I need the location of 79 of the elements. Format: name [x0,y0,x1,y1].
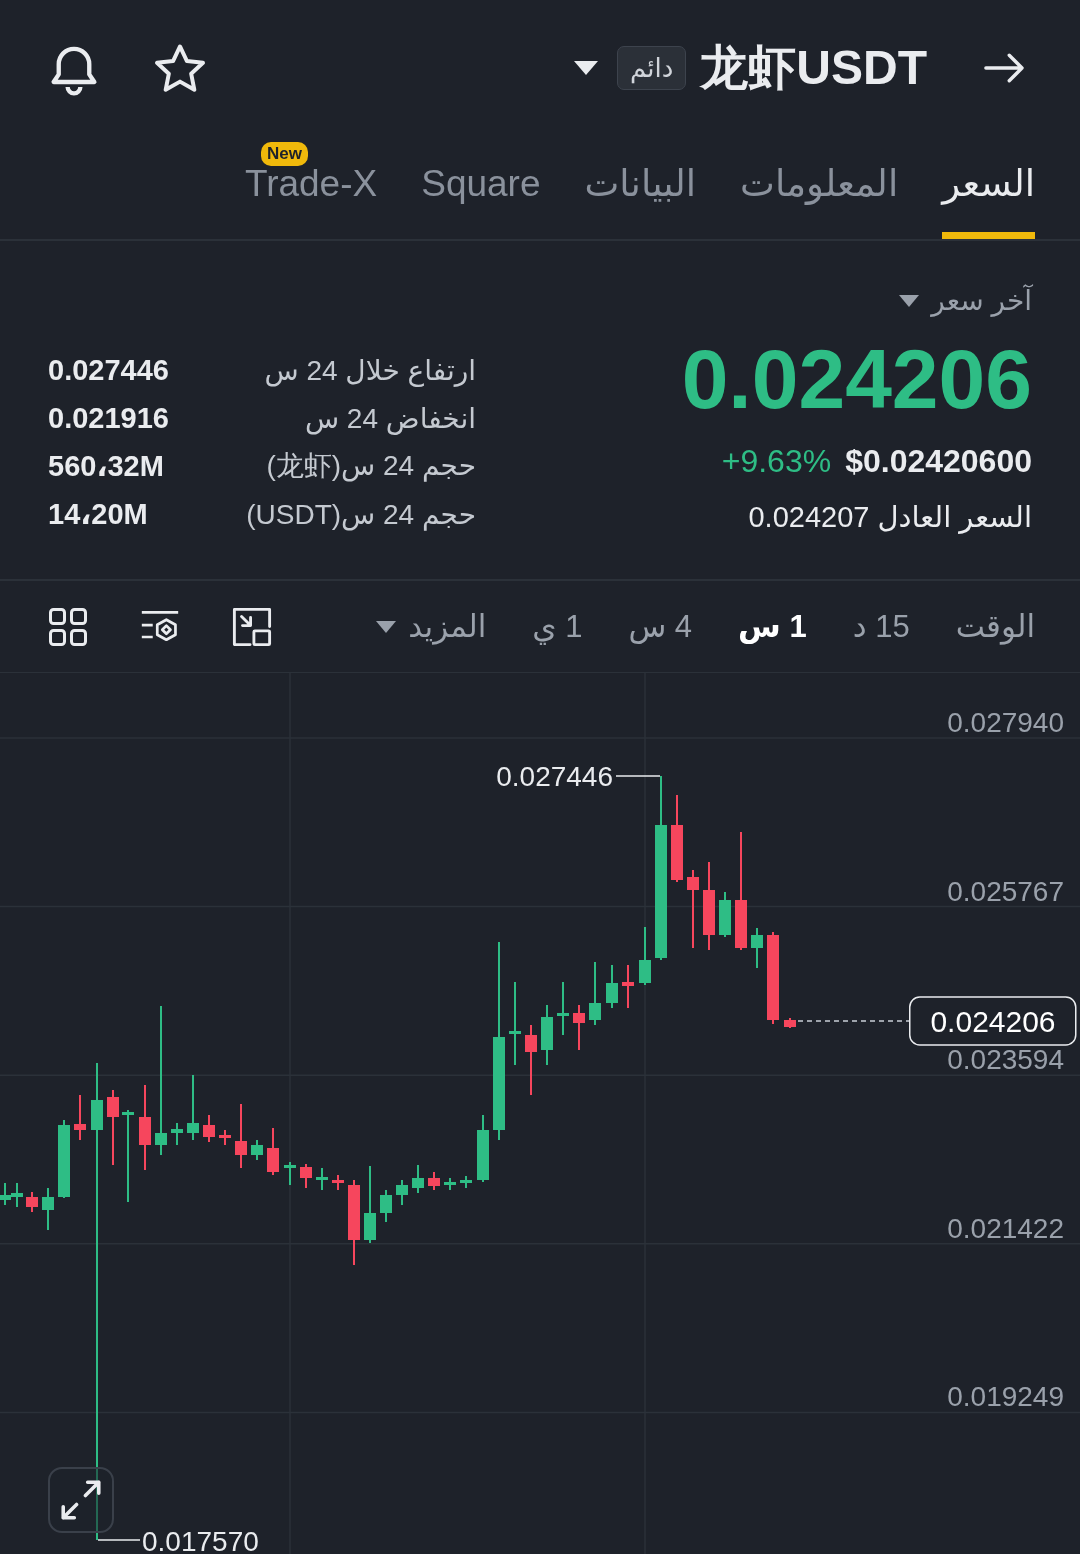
price-change: +9.63% [721,443,832,479]
star-icon[interactable] [154,42,206,93]
current-price-label: 0.024206 [909,996,1077,1046]
tab[interactable]: New Trade-X [244,135,378,239]
market-type-badge: دائم [617,45,687,90]
pair-title: 龙虾USDT [700,39,927,96]
candlestick [428,1171,440,1191]
candlestick [171,1122,183,1146]
resize-frame-icon[interactable] [232,606,272,647]
candlestick [219,1129,231,1146]
candlestick [42,1187,54,1231]
candlestick [477,1114,489,1183]
candlestick [412,1164,424,1194]
caret-down-icon[interactable] [574,60,598,75]
stat-value: 0.021916 [48,401,169,435]
stat-value: 560،32M [48,449,164,483]
tab[interactable]: السعر [942,135,1035,239]
candlestick [251,1139,263,1161]
candlestick [300,1163,312,1189]
fair-price: السعر العادل 0.024207 [748,500,1032,535]
stat-label: حجم 24 س(USDT) [246,497,476,531]
high-price-label: 0.027446 [496,761,613,792]
candlestick [622,964,634,1009]
expand-icon [61,1480,101,1520]
stat-label: حجم 24 س(龙虾) [266,449,476,484]
interval-tab[interactable]: 1 ي [532,608,583,645]
time-label: الوقت [955,608,1035,645]
stat-label: انخفاض 24 س [304,401,476,435]
candlestick [11,1182,23,1208]
candlestick [541,1004,553,1066]
candlestick [606,964,618,1009]
candlestick [235,1103,247,1169]
axis-label: 0.021422 [947,1212,1064,1244]
interval-tab[interactable]: 1 س [738,608,807,645]
last-price: 0.024206 [681,337,1032,421]
interval-tab[interactable]: 15 د [852,608,910,645]
stat-label: ارتفاع خلال 24 س [264,353,476,387]
candlestick [26,1191,38,1213]
candlestick [380,1189,392,1223]
interval-tab[interactable]: 4 س [628,608,693,645]
axis-label: 0.023594 [947,1044,1064,1076]
stat-value: 0.027446 [48,353,169,387]
candlestick [460,1175,472,1189]
axis-label: 0.025767 [947,875,1064,907]
more-dropdown[interactable]: المزيد [376,608,487,645]
candlestick [316,1167,328,1191]
candlestick [74,1094,86,1141]
candlestick [557,981,569,1036]
candlestick [525,1024,537,1096]
leader-line [615,775,661,777]
axis-label: 0.019249 [947,1381,1064,1413]
new-badge: New [260,142,308,166]
candlestick [784,1017,796,1029]
candlestick [284,1161,296,1186]
candlestick [751,927,763,969]
caret-down-icon [899,295,920,307]
candlestick [573,1004,585,1051]
candlestick [589,961,601,1026]
candlestick [719,891,731,938]
expand-button[interactable] [48,1467,114,1533]
caret-down-icon [376,620,397,633]
candlestick [396,1179,408,1206]
tab[interactable]: Square [421,135,541,239]
usd-price: $0.02420600 [845,443,1032,479]
candlestick [332,1174,344,1191]
axis-label: 0.027940 [947,707,1064,738]
candlestick [444,1177,456,1191]
candlestick [187,1074,199,1141]
grid-layout-icon[interactable] [48,606,88,647]
tab[interactable]: البيانات [584,135,697,239]
stat-value: 14،20M [48,497,148,531]
candlestick [0,1182,11,1206]
tab[interactable]: المعلومات [740,135,899,239]
leader-line [97,1539,141,1541]
low-price-label: 0.017570 [142,1526,259,1554]
price-type-dropdown[interactable]: آخر سعر [899,285,1032,317]
candlestick [267,1127,279,1176]
candlestick [639,926,651,986]
candlestick [203,1114,215,1143]
